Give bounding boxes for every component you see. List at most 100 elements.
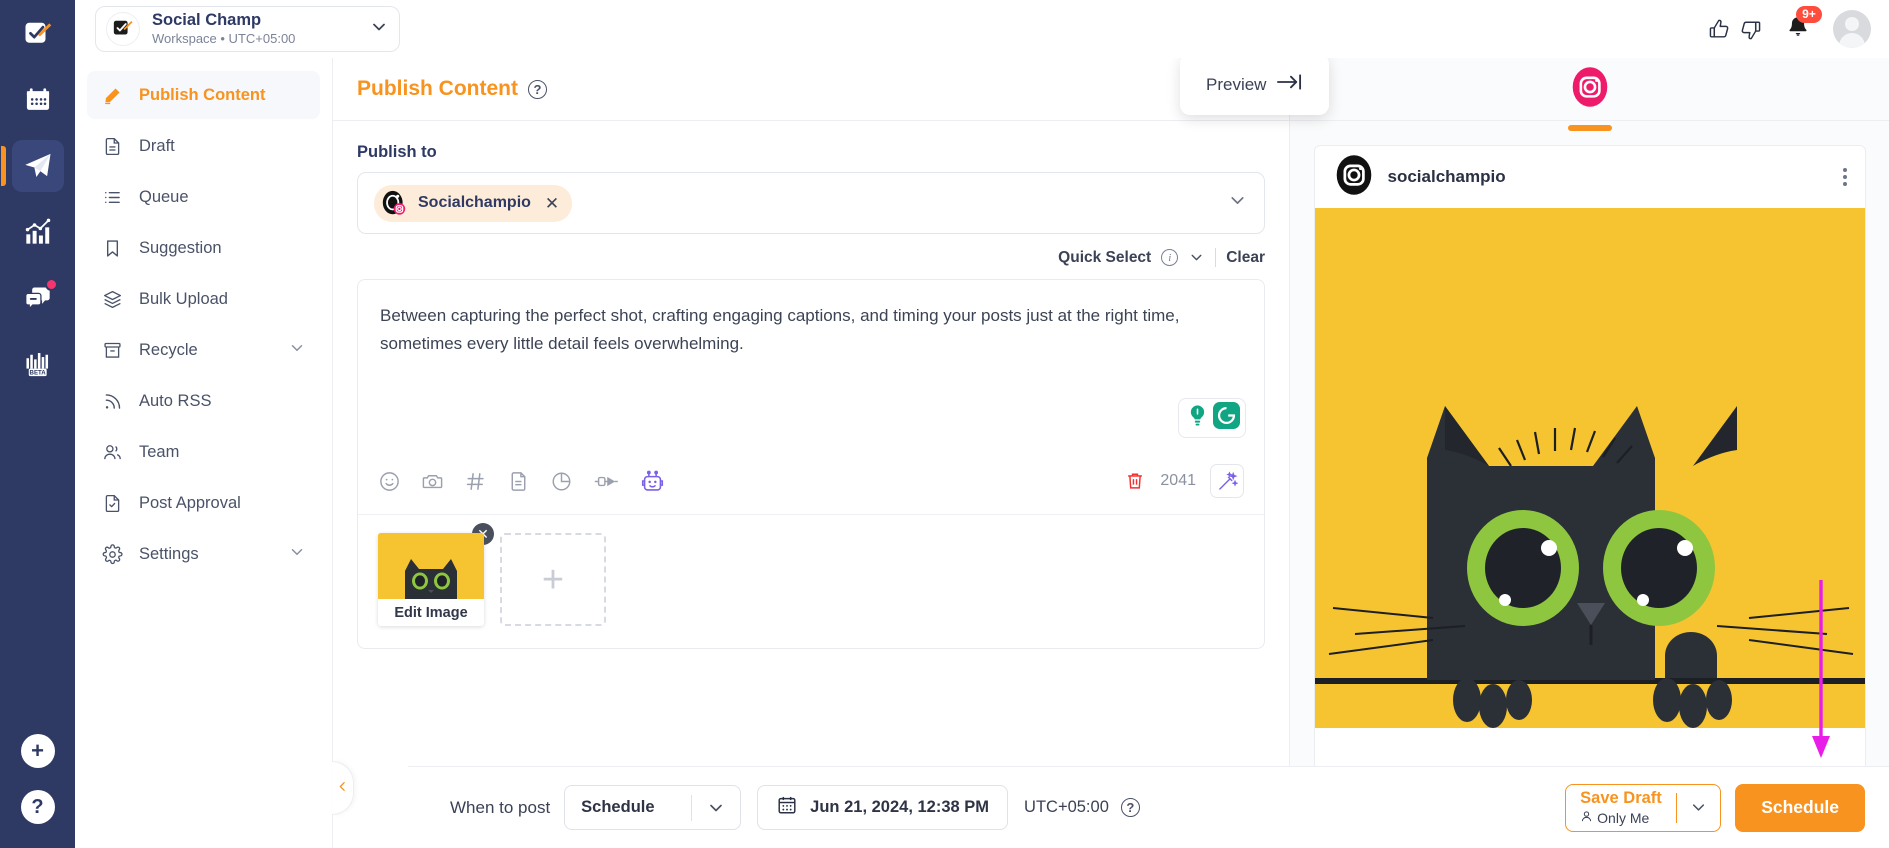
sidebar-item-recycle[interactable]: Recycle: [87, 326, 320, 374]
workspace-text: Social Champ Workspace • UTC+05:00: [152, 11, 357, 47]
gear-icon: [101, 543, 123, 565]
sidebar-item-publish-content[interactable]: Publish Content: [87, 71, 320, 119]
svg-text:BETA: BETA: [29, 370, 46, 377]
rail-item-reports-beta[interactable]: BETA: [12, 338, 64, 390]
save-draft-label: Save Draft: [1580, 788, 1662, 807]
chevron-down-icon: [369, 17, 389, 42]
question-mark-icon[interactable]: ?: [1120, 798, 1140, 817]
preview-content: socialchampio: [1290, 121, 1889, 848]
sidebar-item-draft[interactable]: Draft: [87, 122, 320, 170]
rail-item-publish[interactable]: [0, 140, 64, 192]
ai-robot-icon[interactable]: [640, 469, 665, 494]
lightbulb-icon[interactable]: [1184, 402, 1211, 434]
sidebar-item-label: Suggestion: [139, 238, 222, 257]
user-avatar-icon[interactable]: [1833, 10, 1871, 48]
media-thumbnail[interactable]: ✕: [378, 523, 494, 626]
info-icon[interactable]: i: [1161, 249, 1179, 266]
quick-select-label[interactable]: Quick Select: [1058, 249, 1151, 267]
page-title: Publish Content: [357, 77, 518, 100]
chevron-down-icon[interactable]: [1188, 249, 1205, 266]
rail-item-analytics[interactable]: [12, 206, 64, 258]
sidebar-item-auto-rss[interactable]: Auto RSS: [87, 377, 320, 425]
schedule-mode-value: Schedule: [581, 798, 655, 816]
character-count: 2041: [1160, 472, 1196, 489]
question-mark-icon[interactable]: ?: [528, 79, 547, 99]
users-icon: [101, 442, 123, 463]
active-tab-indicator: [1567, 124, 1612, 131]
chevron-down-icon[interactable]: [1677, 798, 1720, 817]
post-username: socialchampio: [1387, 167, 1506, 186]
close-x-icon[interactable]: ✕: [545, 195, 559, 212]
checkbox-pencil-icon: [23, 19, 53, 49]
thumbs-down-icon[interactable]: [1738, 17, 1763, 42]
sidebar-item-settings[interactable]: Settings: [87, 530, 320, 578]
help-button[interactable]: ?: [20, 790, 55, 824]
sidebar-item-label: Post Approval: [139, 493, 241, 512]
composer-header: Publish Content ?: [333, 58, 1289, 121]
sidebar-item-post-approval[interactable]: Post Approval: [87, 479, 320, 527]
workspace-name: Social Champ: [152, 11, 262, 30]
sidebar-menu: Publish Content Draft Queue Suggestion B…: [75, 58, 333, 848]
publish-to-label: Publish to: [357, 143, 437, 161]
avatar: [1333, 154, 1375, 201]
grammar-assist-pill[interactable]: [1178, 398, 1246, 438]
save-draft-visibility-label: Only Me: [1597, 809, 1650, 826]
chevron-down-icon[interactable]: [1227, 190, 1248, 216]
emoji-icon[interactable]: [378, 470, 401, 493]
schedule-mode-select[interactable]: Schedule: [564, 785, 742, 830]
layers-icon: [101, 289, 123, 310]
plug-icon[interactable]: [593, 470, 620, 493]
calendar-icon: [776, 794, 798, 821]
thumbs-up-icon[interactable]: [1707, 17, 1732, 42]
notification-bell-button[interactable]: 9+: [1785, 5, 1822, 45]
sidebar-item-label: Draft: [139, 136, 175, 155]
sidebar-item-label: Queue: [139, 187, 189, 206]
rail-item-compose[interactable]: [12, 8, 64, 60]
tab-instagram[interactable]: [1567, 66, 1612, 131]
list-icon: [101, 187, 123, 208]
magic-wand-icon[interactable]: [1210, 464, 1244, 498]
post-preview-card: socialchampio: [1313, 145, 1866, 848]
edit-image-label[interactable]: Edit Image: [378, 599, 484, 626]
arrow-right-to-bar-icon: [1276, 72, 1303, 97]
rail-item-inbox[interactable]: [12, 272, 64, 324]
preview-tooltip[interactable]: Preview: [1180, 54, 1330, 115]
workspace-switcher[interactable]: Social Champ Workspace • UTC+05:00: [95, 6, 400, 52]
save-draft-button[interactable]: Save Draft Only Me: [1565, 783, 1722, 832]
rail-item-calendar[interactable]: [12, 74, 64, 126]
add-new-button[interactable]: +: [20, 734, 55, 768]
rail-bottom-actions: + ?: [20, 734, 55, 824]
hashtag-icon[interactable]: [464, 470, 487, 493]
rss-icon: [101, 391, 123, 412]
datetime-picker[interactable]: Jun 21, 2024, 12:38 PM: [757, 785, 1009, 830]
clear-button[interactable]: Clear: [1226, 249, 1265, 267]
topbar-actions: 9+: [1707, 5, 1871, 48]
post-image: [1314, 208, 1865, 728]
workspace-subtitle: Workspace • UTC+05:00: [152, 31, 296, 47]
sidebar-item-label: Bulk Upload: [139, 289, 228, 308]
sidebar-item-label: Team: [139, 442, 180, 461]
sidebar-item-team[interactable]: Team: [87, 428, 320, 476]
checkbox-pencil-logo-icon: [106, 12, 140, 46]
account-chip[interactable]: Socialchampio ✕: [374, 184, 573, 222]
grammarly-icon[interactable]: [1213, 402, 1240, 434]
calendar-icon: [24, 86, 52, 114]
schedule-button[interactable]: Schedule: [1735, 783, 1865, 832]
sidebar-item-bulk-upload[interactable]: Bulk Upload: [87, 275, 320, 323]
top-bar: Social Champ Workspace • UTC+05:00 9+: [75, 0, 1889, 58]
composer-body: Publish to Socialchampio ✕ Quick Select …: [333, 121, 1289, 848]
icon-rail: BETA + ?: [0, 0, 75, 848]
caption-editor[interactable]: Between capturing the perfect shot, craf…: [358, 280, 1264, 392]
sidebar-item-queue[interactable]: Queue: [87, 173, 320, 221]
quick-select-row: Quick Select i Clear: [357, 248, 1265, 267]
publish-to-select[interactable]: Socialchampio ✕: [357, 172, 1265, 234]
media-attachments: ✕: [358, 514, 1264, 648]
bar-chart-trend-icon: [24, 218, 52, 246]
saved-reply-icon[interactable]: [507, 470, 530, 493]
camera-icon[interactable]: [421, 470, 444, 493]
three-dots-vertical-icon[interactable]: [1842, 168, 1847, 186]
trash-icon[interactable]: [1124, 470, 1146, 492]
poll-icon[interactable]: [550, 470, 573, 493]
sidebar-item-suggestion[interactable]: Suggestion: [87, 224, 320, 272]
add-media-button[interactable]: +: [500, 533, 606, 626]
